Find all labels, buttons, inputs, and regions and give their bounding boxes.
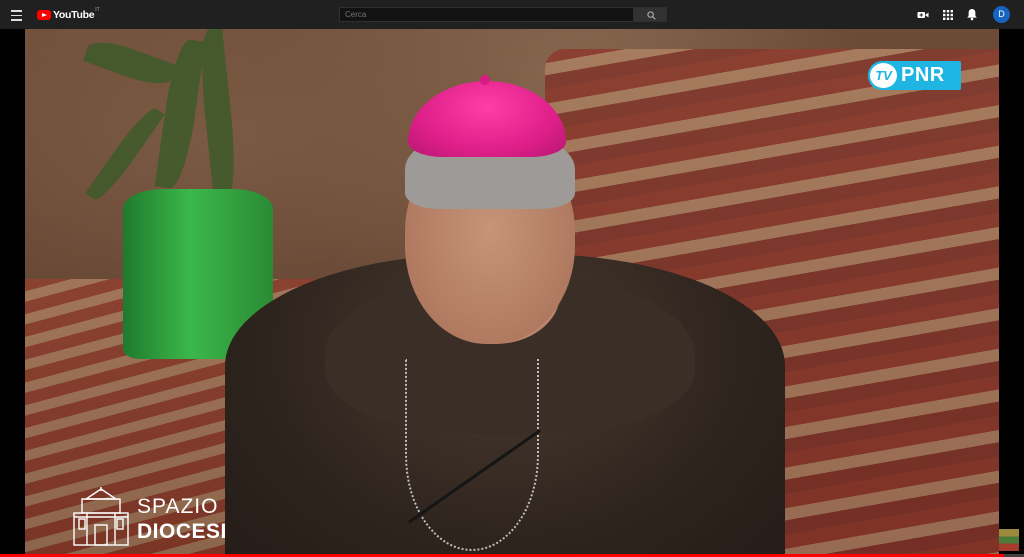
channel-bug-tvpnr: TV PNR [868,61,961,90]
youtube-logo-icon [37,10,51,20]
video-frame[interactable]: TV PNR SPAZIO DIOCESI [25,29,999,557]
church-facade-icon [73,487,129,546]
video-player[interactable]: TV PNR SPAZIO DIOCESI [0,29,1024,557]
channel-bug-name: PNR [901,64,945,86]
avatar[interactable]: D [993,6,1010,23]
masthead: YouTube IT D [0,0,1024,30]
apps-grid-icon[interactable] [942,8,954,26]
notifications-bell-icon[interactable] [966,8,978,26]
search-icon [647,11,656,20]
search-button[interactable] [634,7,667,22]
logo-region: IT [95,7,100,13]
program-title-line1: SPAZIO [137,495,219,518]
youtube-logo[interactable]: YouTube IT [37,7,100,22]
create-video-icon[interactable] [917,8,929,26]
logo-text: YouTube [53,9,95,21]
search-input[interactable] [339,7,634,22]
menu-icon[interactable] [8,6,26,24]
channel-bug-tv: TV [870,63,897,88]
program-title-line2: DIOCESI [137,520,227,543]
pectoral-chain [405,359,539,551]
channel-watermark-icon[interactable] [999,529,1019,551]
